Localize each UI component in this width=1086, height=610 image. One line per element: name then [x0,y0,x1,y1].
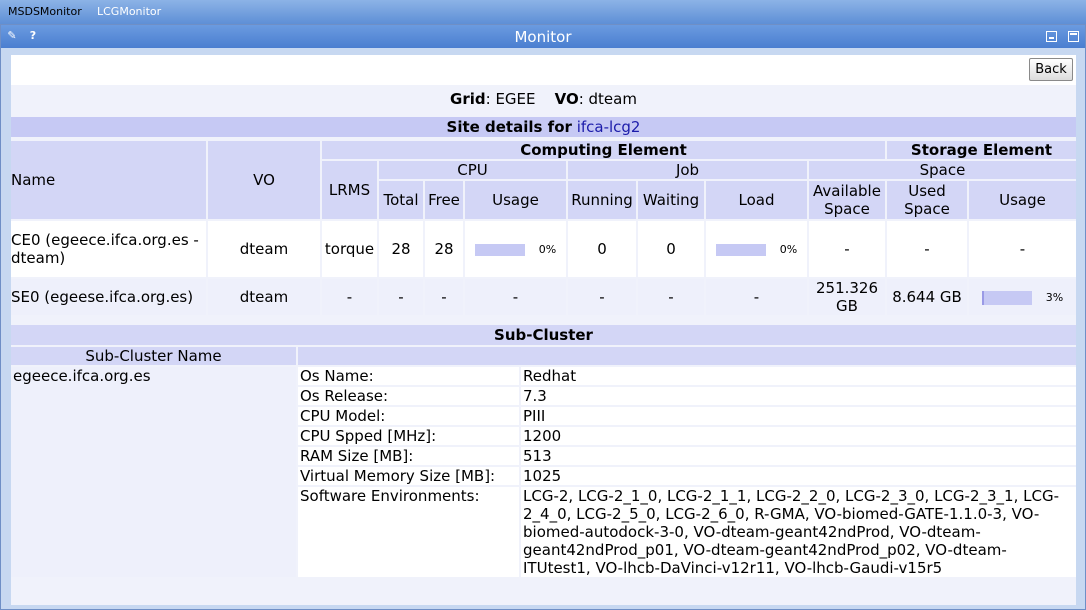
monitor-portlet: ✎ ? Monitor Back Grid: EGEE VO: dteam Si… [0,24,1086,610]
site-table: Name VO Computing Element Storage Elemen… [9,139,1078,317]
row-waiting: 0 [666,240,676,258]
header-running: Running [568,181,636,219]
row-available-space: 251.326 GB [815,279,879,315]
top-tab-bar: MSDSMonitor LCGMonitor [0,0,1086,24]
space-usage-bar [981,290,1032,305]
header-space: Space [809,161,1076,179]
header-lrms: LRMS [322,161,377,219]
header-cpu: CPU [379,161,566,179]
header-free: Free [425,181,463,219]
tab-msdsmonitor[interactable]: MSDSMonitor [8,5,82,18]
vo-label: VO [554,90,579,108]
prop-value: Redhat [521,367,1076,385]
usage-percent: 0% [538,243,557,256]
back-bar: Back [11,55,1076,85]
header-used-space: Used Space [887,181,967,219]
site-name: ifca-lcg2 [576,118,641,136]
prop-key: CPU Model: [298,407,519,425]
prop-key: RAM Size [MB]: [298,447,519,465]
row-total: - [398,288,404,306]
portlet-title: Monitor [514,28,572,46]
row-free: 28 [434,240,454,258]
prop-value: PIII [521,407,1076,425]
row-name: CE0 (egeece.ifca.org.es - dteam) [11,231,199,267]
maximize-icon[interactable] [1068,31,1079,42]
header-waiting: Waiting [638,181,704,219]
row-total: 28 [391,240,411,258]
minimize-icon[interactable] [1046,31,1057,42]
header-space-usage: Usage [969,181,1076,219]
prop-value: 1200 [521,427,1076,445]
prop-key: CPU Spped [MHz]: [298,427,519,445]
load-percent: 0% [779,243,798,256]
sub-cluster-props-header [298,347,1076,365]
prop-value: LCG-2, LCG-2_1_0, LCG-2_1_1, LCG-2_2_0, … [521,487,1076,577]
row-free: - [441,288,447,306]
prop-key: Software Environments: [298,487,519,577]
row-waiting: - [668,288,674,306]
grid-value: EGEE [495,90,536,108]
space-usage-percent: 3% [1045,291,1064,304]
back-button[interactable]: Back [1029,58,1073,81]
row-usage: - [512,288,519,306]
header-usage: Usage [465,181,566,219]
row-name: SE0 (egeese.ifca.org.es) [11,288,194,306]
header-computing-element: Computing Element [322,141,885,159]
header-vo: VO [208,141,320,219]
header-storage-element: Storage Element [887,141,1076,159]
header-load: Load [706,181,807,219]
load-bar [715,243,766,256]
portlet-content: Back Grid: EGEE VO: dteam Site details f… [11,55,1076,605]
row-load: 0% [706,221,807,277]
row-load: - [753,288,760,306]
site-details-header: Site details for ifca-lcg2 [11,117,1076,137]
tab-lcgmonitor[interactable]: LCGMonitor [97,5,161,18]
usage-bar [474,243,525,256]
header-name: Name [11,141,206,219]
row-used-space: 8.644 GB [892,288,962,306]
table-row: CE0 (egeece.ifca.org.es - dteam) dteam t… [11,221,1076,277]
sub-cluster-name-header: Sub-Cluster Name [11,347,296,365]
row-usage: 0% [465,221,566,277]
row-running: - [599,288,605,306]
site-details-prefix: Site details for [446,118,572,136]
row-lrms: - [346,288,353,306]
prop-value: 1025 [521,467,1076,485]
sub-cluster-header: Sub-Cluster [11,325,1076,345]
table-row: SE0 (egeese.ifca.org.es) dteam - - - - -… [11,279,1076,315]
prop-value: 513 [521,447,1076,465]
sub-cluster-name: egeece.ifca.org.es [11,367,296,577]
prop-key: Os Release: [298,387,519,405]
row-available-space: - [844,240,850,258]
portlet-titlebar: ✎ ? Monitor [1,25,1085,48]
header-job: Job [568,161,807,179]
prop-value: 7.3 [521,387,1076,405]
header-available-space: Available Space [809,181,885,219]
vo-value: dteam [588,90,637,108]
row-used-space: - [924,240,930,258]
row-vo: dteam [239,240,289,258]
row-space-usage: - [1019,240,1026,258]
sub-cluster-table: Sub-Cluster Name egeece.ifca.org.es Os N… [9,345,1078,579]
row-running: 0 [597,240,607,258]
prop-key: Virtual Memory Size [MB]: [298,467,519,485]
prop-key: Os Name: [298,367,519,385]
row-space-usage: 3% [969,279,1076,315]
row-vo: dteam [239,288,289,306]
header-total: Total [379,181,423,219]
grid-vo-line: Grid: EGEE VO: dteam [450,90,637,108]
row-lrms: torque [324,240,375,258]
grid-label: Grid [450,90,486,108]
